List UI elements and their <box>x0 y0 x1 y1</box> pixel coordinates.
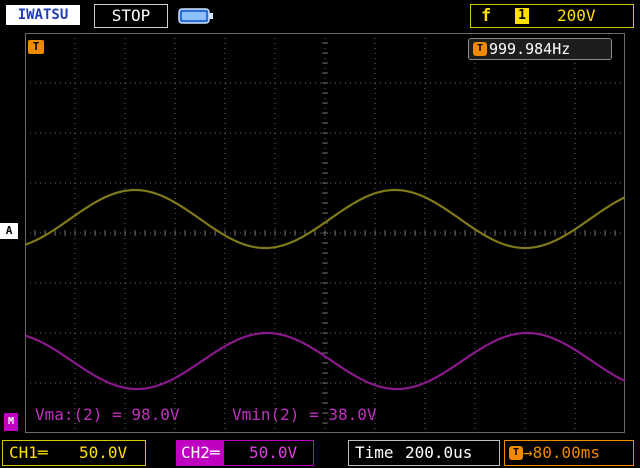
ch1-ground-marker[interactable]: A <box>0 223 18 239</box>
trigger-badge-icon: T <box>473 42 487 56</box>
timebase-box[interactable]: Time 200.0us <box>348 440 500 466</box>
top-status-bar: IWATSU STOP f 1 200V <box>0 0 640 30</box>
ch1-scale: 50.0V <box>79 443 128 462</box>
measurement-vmin: Vmin(2) = 38.0V <box>232 405 377 424</box>
frequency-value: 999.984Hz <box>489 40 571 58</box>
trigger-source-badge: 1 <box>515 8 529 24</box>
trigger-delay-box[interactable]: T →80.00ms <box>504 440 634 466</box>
ch2-scale: 50.0V <box>249 443 298 462</box>
graticule-and-traces <box>25 33 625 433</box>
bottom-status-bar: CH1═ 50.0V CH2═ 50.0V Time 200.0us T →80… <box>0 437 640 468</box>
trigger-delay-value: →80.00ms <box>523 443 601 462</box>
trigger-marker: T <box>28 40 44 54</box>
measurement-vmax: Vma:(2) = 98.0V <box>35 405 180 424</box>
waveform-display <box>25 33 625 433</box>
timebase-value: 200.0us <box>405 443 473 462</box>
battery-icon <box>178 8 214 28</box>
trigger-settings[interactable]: f 1 200V <box>470 4 634 28</box>
trigger-edge-icon: f <box>481 6 492 26</box>
ch2-ground-marker[interactable]: M <box>4 413 18 431</box>
ch2-trace <box>25 331 625 391</box>
timebase-label: Time <box>355 443 394 462</box>
ch2-label: CH2═ <box>177 441 224 465</box>
brand-logo: IWATSU <box>6 5 80 25</box>
run-stop-status[interactable]: STOP <box>94 4 168 28</box>
ch2-scale-box[interactable]: CH2═ 50.0V <box>176 440 314 466</box>
ch1-scale-box[interactable]: CH1═ 50.0V <box>2 440 146 466</box>
trigger-level: 200V <box>557 6 596 25</box>
ch1-label: CH1═ <box>9 443 48 462</box>
trigger-delay-badge-icon: T <box>509 446 523 460</box>
frequency-readout: T 999.984Hz <box>468 38 612 60</box>
